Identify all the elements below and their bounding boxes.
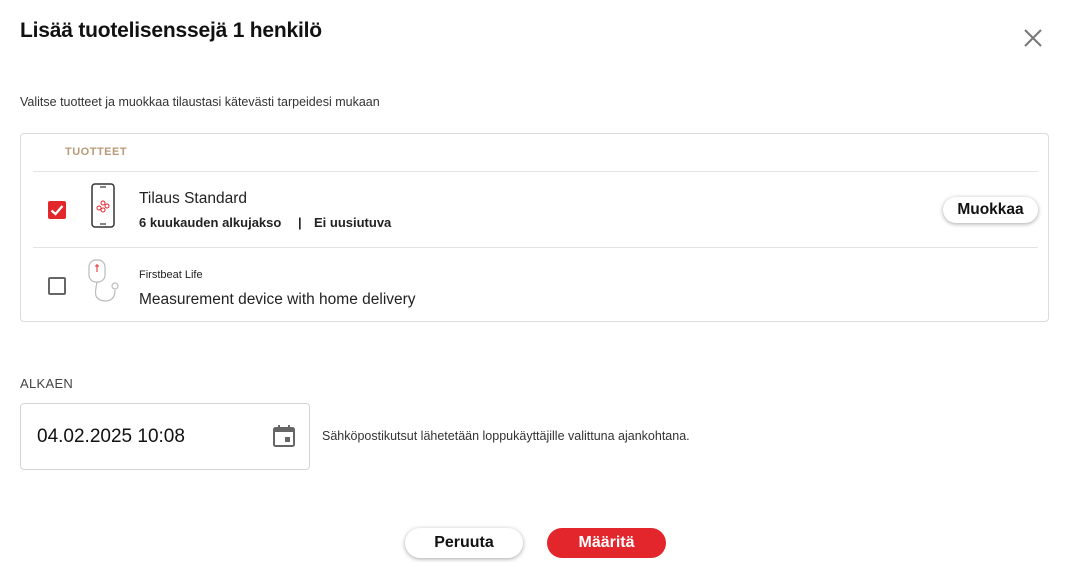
product-trial-period: 6 kuukauden alkujakso: [139, 215, 282, 230]
edit-button[interactable]: Muokkaa: [943, 197, 1038, 223]
confirm-button[interactable]: Määritä: [547, 528, 666, 558]
products-card: TUOTTEET Tilaus Standard 6 kuukauden alk…: [20, 133, 1049, 322]
start-date-note: Sähköpostikutsut lähetetään loppukäyttäj…: [322, 429, 690, 443]
meta-separator: |: [298, 215, 302, 230]
phone-app-icon: [91, 183, 115, 228]
product-renewal: Ei uusiutuva: [314, 215, 392, 230]
product-name-device: Measurement device with home delivery: [139, 291, 416, 308]
divider: [33, 247, 1038, 248]
start-date-value: 04.02.2025 10:08: [37, 426, 185, 447]
divider: [33, 171, 1038, 172]
calendar-icon[interactable]: [271, 423, 297, 449]
product-checkbox-device[interactable]: [48, 277, 66, 295]
dialog-subtitle: Valitse tuotteet ja muokkaa tilaustasi k…: [20, 95, 380, 109]
close-icon[interactable]: [1020, 25, 1046, 51]
products-column-header: TUOTTEET: [65, 146, 128, 158]
product-name-standard: Tilaus Standard: [139, 190, 247, 207]
start-date-field[interactable]: 04.02.2025 10:08: [20, 403, 310, 470]
checkmark-icon: [50, 205, 64, 216]
measurement-device-icon: [88, 259, 119, 302]
dialog-title: Lisää tuotelisenssejä 1 henkilö: [20, 19, 322, 42]
start-label: ALKAEN: [20, 376, 74, 391]
product-brand: Firstbeat Life: [139, 269, 203, 281]
cancel-button[interactable]: Peruuta: [405, 528, 523, 558]
product-checkbox-standard[interactable]: [48, 201, 66, 219]
